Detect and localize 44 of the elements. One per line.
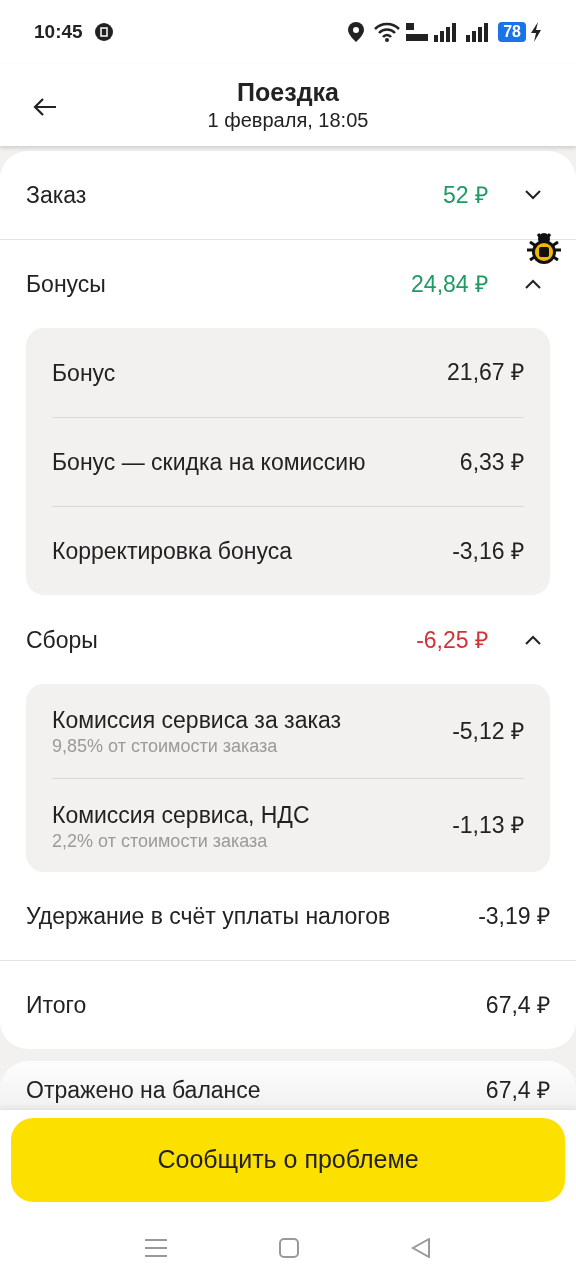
chevron-down-icon[interactable] bbox=[524, 189, 542, 201]
charging-icon bbox=[530, 22, 542, 42]
detail-label: Бонус — скидка на комиссию bbox=[52, 448, 367, 477]
section-amount: -6,25 ₽ bbox=[416, 625, 488, 655]
location-icon bbox=[348, 22, 365, 42]
detail-label: Комиссия сервиса за заказ bbox=[52, 706, 343, 735]
balance-amount: 67,4 ₽ bbox=[485, 1076, 550, 1105]
balance-label: Отражено на балансе bbox=[26, 1076, 262, 1105]
notification-icon bbox=[94, 23, 113, 41]
section-header[interactable]: Сборы -6,25 ₽ bbox=[0, 596, 576, 684]
section-amount: 52 ₽ bbox=[443, 180, 488, 210]
back-arrow-icon[interactable] bbox=[33, 97, 57, 117]
section-header[interactable]: Бонусы 24,84 ₽ bbox=[0, 240, 576, 328]
detail-amount: -5,12 ₽ bbox=[452, 716, 524, 746]
section-label: Сборы bbox=[26, 625, 99, 655]
detail-label: Бонус bbox=[52, 358, 117, 388]
detail-amount: 21,67 ₽ bbox=[447, 358, 524, 388]
detail-label: Корректировка бонуса bbox=[52, 537, 294, 566]
wifi-icon bbox=[374, 22, 401, 42]
row-amount: -3,19 ₽ bbox=[478, 902, 550, 932]
home-square-icon[interactable] bbox=[279, 1238, 299, 1258]
page-title: Поездка bbox=[237, 77, 339, 107]
row-label: Удержание в счёт уплаты налогов bbox=[26, 902, 392, 932]
detail-label: Комиссия сервиса, НДС bbox=[52, 800, 311, 830]
battery-level: 78 bbox=[498, 22, 526, 42]
back-triangle-icon[interactable] bbox=[411, 1238, 431, 1258]
detail-amount: 6,33 ₽ bbox=[459, 447, 524, 477]
chevron-up-icon[interactable] bbox=[524, 634, 542, 646]
report-problem-button[interactable]: Сообщить о проблеме bbox=[11, 1118, 565, 1202]
detail-amount: -1,13 ₽ bbox=[452, 811, 524, 841]
detail-amount: -3,16 ₽ bbox=[452, 536, 524, 566]
status-time: 10:45 bbox=[34, 19, 83, 44]
detail-note: 9,85% от стоимости заказа bbox=[52, 735, 279, 757]
section-amount: 24,84 ₽ bbox=[411, 269, 488, 299]
chevron-up-icon[interactable] bbox=[524, 278, 542, 290]
signal-icon bbox=[434, 22, 491, 42]
menu-icon[interactable] bbox=[145, 1238, 167, 1258]
total-label: Итого bbox=[26, 990, 88, 1020]
section-label: Заказ bbox=[26, 180, 88, 210]
total-amount: 67,4 ₽ bbox=[485, 990, 550, 1020]
detail-note: 2,2% от стоимости заказа bbox=[52, 829, 269, 852]
section-header[interactable]: Заказ 52 ₽ bbox=[0, 151, 576, 239]
page-subtitle: 1 февраля, 18:05 bbox=[207, 108, 369, 133]
section-label: Бонусы bbox=[26, 269, 107, 299]
